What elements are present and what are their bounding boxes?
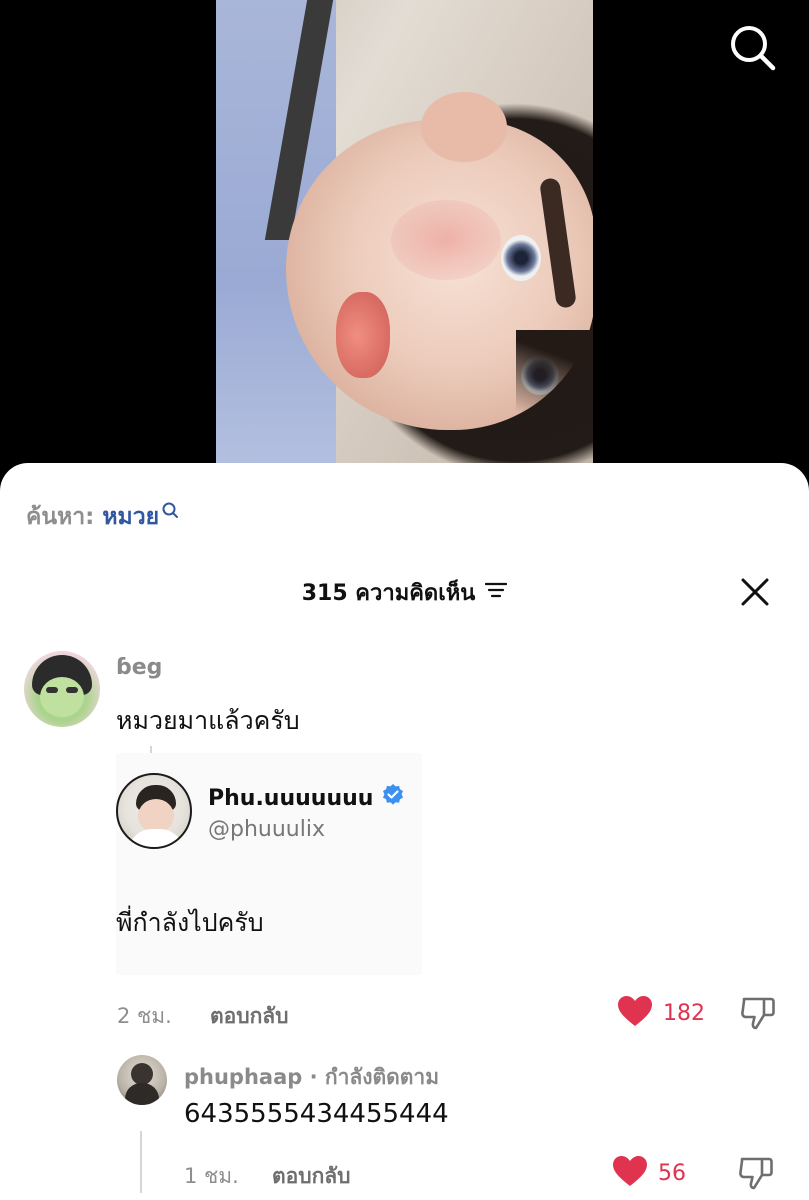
avatar-eye [66,687,78,693]
reply-username[interactable]: phuphaap · กำลังติดตาม [184,1061,439,1094]
like-count: 56 [658,1160,686,1186]
heart-icon [612,1155,648,1191]
verified-badge-icon [381,783,405,813]
search-icon[interactable] [727,22,777,72]
reply-button[interactable]: ตอบกลับ [272,1160,351,1193]
video-blush [391,200,501,280]
embed-text: พี่กำลังไปครับ [116,908,264,937]
like-count: 182 [663,1000,705,1026]
video-player[interactable] [0,0,809,500]
reply-text: 6435555434455444 [184,1099,449,1129]
search-suggestion[interactable]: ค้นหา: หมวย [26,499,179,535]
embed-display-name-text: Phu.uuuuuuu [208,785,374,811]
sort-icon[interactable] [485,580,508,605]
heart-icon [617,995,653,1031]
comments-count-label: 315 ความคิดเห็น [301,581,476,606]
comment-text: หมวยมาแล้วครับ [116,706,300,735]
comments-sheet: ค้นหา: หมวย 315 ความคิดเห็น ɓeg หมวยมาแล… [0,463,809,1200]
embed-avatar[interactable] [116,773,192,849]
comment-time: 2 ชม. [117,1004,172,1028]
reply-button[interactable]: ตอบกลับ [210,1000,289,1033]
comments-header: 315 ความคิดเห็น [0,575,809,611]
avatar-head [131,1063,153,1085]
close-icon[interactable] [740,577,770,607]
video-bangs [516,330,593,440]
dislike-icon[interactable] [738,1155,774,1195]
like-button[interactable]: 182 [617,995,705,1031]
video-eye [501,235,541,281]
video-lips [336,292,390,378]
search-term[interactable]: หมวย [102,499,159,535]
avatar-face [40,677,84,717]
dislike-icon[interactable] [740,995,776,1035]
embed-handle: @phuuulix [208,817,325,842]
search-icon [161,499,179,525]
video-ear [421,92,507,162]
like-button[interactable]: 56 [612,1155,686,1191]
thread-line [140,1131,142,1193]
avatar-eye [46,687,58,693]
comment-username[interactable]: ɓeg [116,655,162,680]
avatar[interactable] [117,1055,167,1105]
avatar-face [138,799,174,833]
embed-display-name[interactable]: Phu.uuuuuuu [208,783,405,813]
comments-count-title[interactable]: 315 ความคิดเห็น [302,575,508,610]
avatar-body [128,829,184,847]
avatar-body [125,1083,159,1105]
avatar[interactable] [24,651,100,727]
video-frame [216,0,593,470]
reply-time: 1 ชม. [184,1164,239,1188]
search-prefix: ค้นหา: [26,504,95,530]
